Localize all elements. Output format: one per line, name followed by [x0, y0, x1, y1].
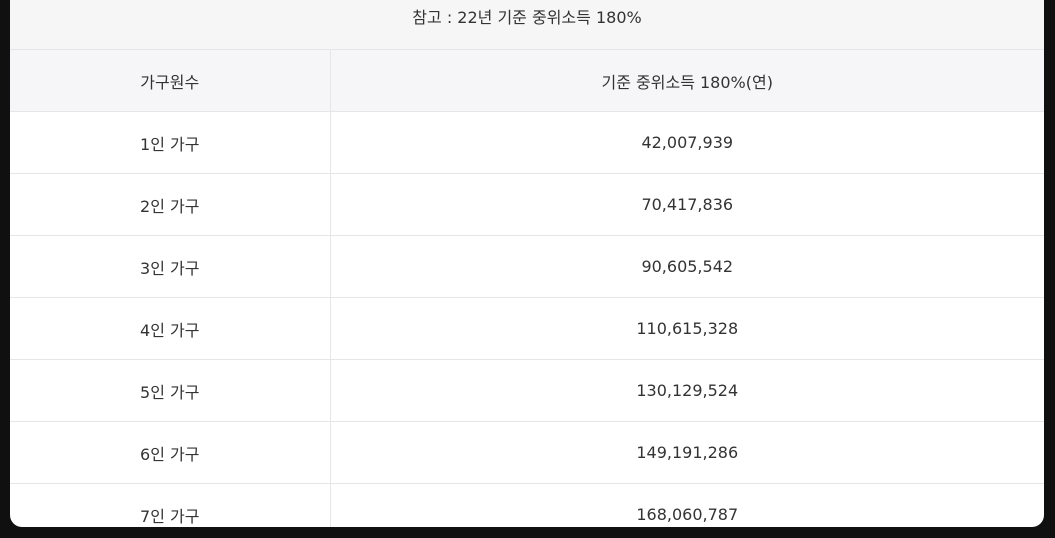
table-row: 2인 가구 70,417,836 — [10, 173, 1044, 236]
income-table-card: 참고 : 22년 기준 중위소득 180% 가구원수 기준 중위소득 180%(… — [10, 0, 1044, 527]
income-cell: 130,129,524 — [330, 359, 1044, 422]
table-row: 3인 가구 90,605,542 — [10, 235, 1044, 298]
table-caption: 참고 : 22년 기준 중위소득 180% — [10, 0, 1044, 50]
household-size-cell: 6인 가구 — [10, 421, 331, 484]
income-cell: 110,615,328 — [330, 297, 1044, 360]
household-size-cell: 1인 가구 — [10, 111, 331, 174]
median-income-table: 가구원수 기준 중위소득 180%(연) 1인 가구 42,007,939 2인… — [10, 50, 1044, 527]
income-cell: 149,191,286 — [330, 421, 1044, 484]
table-row: 4인 가구 110,615,328 — [10, 297, 1044, 360]
income-cell: 42,007,939 — [330, 111, 1044, 174]
household-size-cell: 2인 가구 — [10, 173, 331, 236]
household-size-cell: 5인 가구 — [10, 359, 331, 422]
household-size-cell: 3인 가구 — [10, 235, 331, 298]
table-row: 6인 가구 149,191,286 — [10, 421, 1044, 484]
table-row: 5인 가구 130,129,524 — [10, 359, 1044, 422]
household-size-cell: 4인 가구 — [10, 297, 331, 360]
household-size-cell: 7인 가구 — [10, 483, 331, 527]
income-cell: 168,060,787 — [330, 483, 1044, 527]
header-median-income: 기준 중위소득 180%(연) — [330, 50, 1044, 112]
table-header-row: 가구원수 기준 중위소득 180%(연) — [10, 50, 1044, 112]
income-cell: 90,605,542 — [330, 235, 1044, 298]
header-household-size: 가구원수 — [10, 50, 331, 112]
table-row: 1인 가구 42,007,939 — [10, 111, 1044, 174]
income-cell: 70,417,836 — [330, 173, 1044, 236]
table-row: 7인 가구 168,060,787 — [10, 483, 1044, 527]
